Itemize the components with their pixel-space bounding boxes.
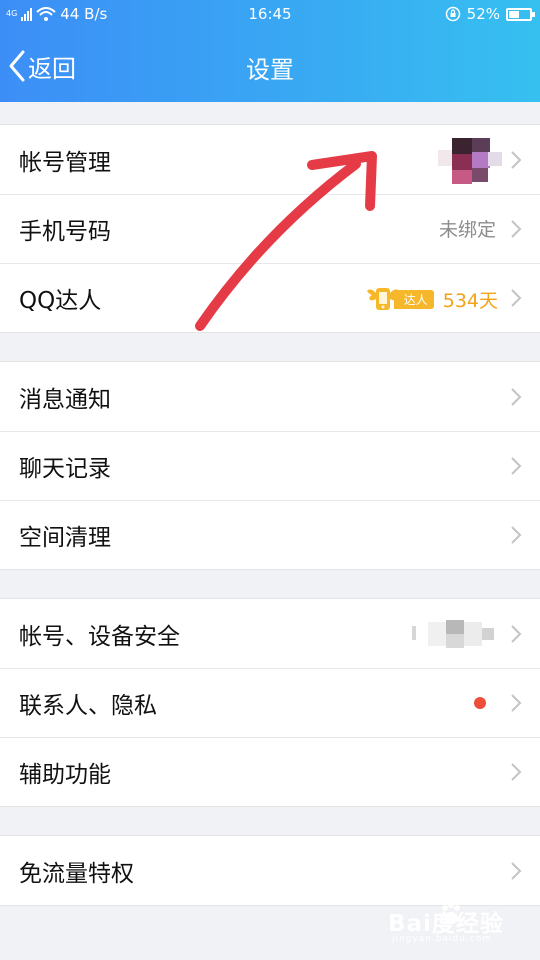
battery-level bbox=[509, 10, 519, 18]
row-label: QQ达人 bbox=[19, 287, 102, 314]
row-label: 辅助功能 bbox=[19, 761, 111, 788]
settings-group-security: 帐号、设备安全 联系人、隐私 辅助功能 bbox=[0, 598, 540, 807]
row-label: 空间清理 bbox=[19, 524, 111, 551]
row-label: 帐号管理 bbox=[19, 149, 111, 176]
baidu-jingyan-watermark: Bai度经验 jingyan.baidu.com bbox=[386, 898, 532, 950]
row-label: 帐号、设备安全 bbox=[19, 623, 180, 650]
phone-bind-status: 未绑定 bbox=[438, 219, 496, 241]
row-free-data-privilege[interactable]: 免流量特权 bbox=[0, 836, 540, 905]
battery-percent: 52% bbox=[466, 5, 500, 23]
row-label: 免流量特权 bbox=[19, 860, 134, 887]
row-storage-cleanup[interactable]: 空间清理 bbox=[0, 500, 540, 569]
battery-icon bbox=[506, 7, 535, 21]
status-right: 52% bbox=[445, 5, 535, 23]
pixelated-status-text bbox=[412, 620, 494, 648]
row-account-management[interactable]: 帐号管理 bbox=[0, 125, 540, 194]
watermark-url: jingyan.baidu.com bbox=[392, 934, 493, 944]
row-phone-number[interactable]: 手机号码 未绑定 bbox=[0, 194, 540, 263]
chevron-right-icon bbox=[511, 694, 522, 712]
watermark-text: Bai度经验 bbox=[388, 911, 504, 937]
row-notifications[interactable]: 消息通知 bbox=[0, 362, 540, 431]
back-chevron-icon bbox=[9, 50, 25, 82]
row-label: 手机号码 bbox=[19, 218, 111, 245]
header: 4G 44 B/s 16:45 52% 返回 设置 bbox=[0, 0, 540, 102]
chevron-right-icon bbox=[511, 526, 522, 544]
daren-days: 534天 bbox=[442, 289, 498, 312]
chevron-right-icon bbox=[511, 625, 522, 643]
settings-group-messages: 消息通知 聊天记录 空间清理 bbox=[0, 361, 540, 570]
chevron-right-icon bbox=[511, 862, 522, 880]
row-label: 聊天记录 bbox=[19, 455, 111, 482]
chevron-right-icon bbox=[511, 763, 522, 781]
row-label: 消息通知 bbox=[19, 386, 111, 413]
row-accessibility[interactable]: 辅助功能 bbox=[0, 737, 540, 806]
row-label: 联系人、隐私 bbox=[19, 692, 157, 719]
chevron-right-icon bbox=[511, 220, 522, 238]
row-account-device-security[interactable]: 帐号、设备安全 bbox=[0, 599, 540, 668]
settings-group-data: 免流量特权 bbox=[0, 835, 540, 906]
row-contacts-privacy[interactable]: 联系人、隐私 bbox=[0, 668, 540, 737]
page-title: 设置 bbox=[246, 56, 294, 84]
chevron-right-icon bbox=[511, 388, 522, 406]
settings-group-account: 帐号管理 手机号码 未绑定 QQ达人 达人 534天 bbox=[0, 124, 540, 333]
chevron-right-icon bbox=[511, 457, 522, 475]
daren-badge: 达人 534天 bbox=[366, 285, 498, 313]
status-bar: 4G 44 B/s 16:45 52% bbox=[0, 0, 540, 30]
daren-badge-label: 达人 bbox=[393, 289, 434, 309]
row-chat-history[interactable]: 聊天记录 bbox=[0, 431, 540, 500]
chevron-right-icon bbox=[511, 289, 522, 307]
rotation-lock-icon bbox=[445, 6, 460, 22]
row-qq-daren[interactable]: QQ达人 达人 534天 bbox=[0, 263, 540, 332]
back-button[interactable]: 返回 bbox=[8, 46, 76, 86]
chevron-right-icon bbox=[511, 151, 522, 169]
avatar bbox=[438, 138, 502, 184]
back-label: 返回 bbox=[28, 54, 76, 83]
new-indicator-dot bbox=[474, 697, 486, 709]
